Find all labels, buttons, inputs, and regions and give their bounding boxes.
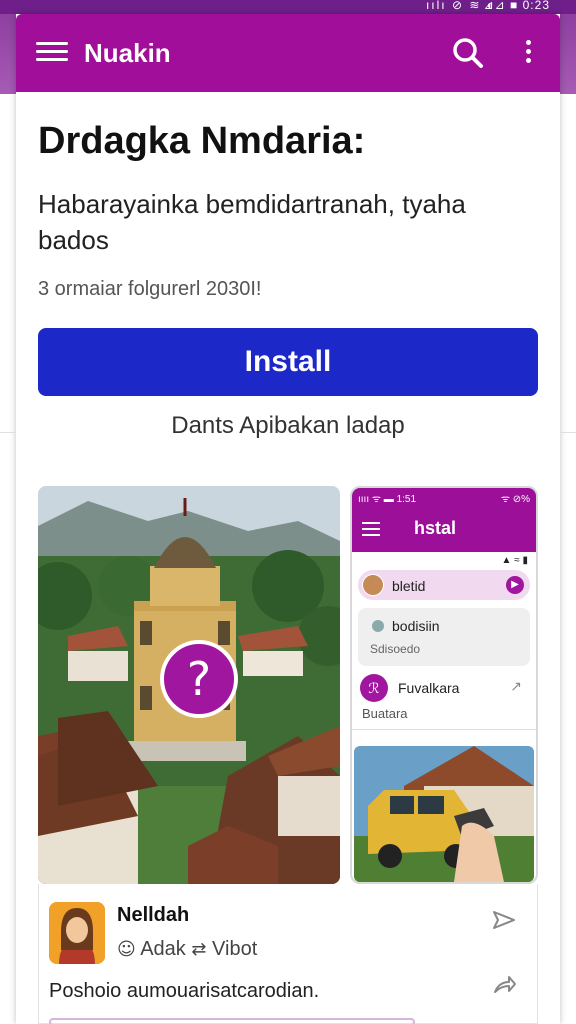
divider: [0, 432, 16, 433]
repost-icon[interactable]: ⇄: [191, 939, 206, 960]
comment-icon[interactable]: ☺: [117, 939, 136, 960]
car-photo[interactable]: [354, 746, 534, 882]
phone-list-item[interactable]: ℛ Fuvalkara ↗: [358, 672, 530, 704]
share-icon[interactable]: [491, 972, 517, 998]
page-title: Drdagka Nmdaria:: [38, 120, 366, 162]
post-author: Nelldah: [117, 904, 190, 926]
comment-action[interactable]: Adak: [140, 938, 186, 960]
page-subtitle: Habarayainka bemdidartranah, tyaha bados: [38, 189, 466, 255]
send-icon[interactable]: [491, 908, 517, 934]
card-dot-icon: [372, 620, 384, 632]
phone-status-bar: ıııı ᯤ ▬ 1:51 ᯤ ⊘%: [352, 488, 536, 506]
install-caption: Dants Apibakan ladap: [171, 412, 405, 439]
post-actions: ☺ Adak ⇄ Vibot: [117, 938, 257, 961]
meta-info: 3 ormaiar folgurerl 2030I!: [38, 278, 262, 300]
play-icon[interactable]: ▶: [506, 576, 524, 594]
post-card: Nelldah ☺ Adak ⇄ Vibot Poshoio aumouaris…: [38, 884, 538, 1024]
post-description: Poshoio aumouarisatcarodian.: [49, 980, 320, 1002]
phone-app-bar: hstal: [352, 506, 536, 552]
phone-signal: ▲ ≈ ▮: [501, 555, 528, 566]
avatar[interactable]: [49, 902, 105, 964]
more-vertical-icon[interactable]: [522, 40, 534, 68]
card-subtitle: Sdisoedo: [370, 642, 421, 656]
app-title: Nuakin: [84, 38, 171, 68]
list-item-subtitle: Buatara: [362, 706, 408, 721]
install-button[interactable]: Install: [38, 328, 538, 396]
phone-profile-chip[interactable]: bletid ▶: [358, 570, 530, 600]
help-badge[interactable]: ?: [160, 640, 238, 718]
search-icon[interactable]: [452, 36, 484, 70]
card-title: bodisiin: [392, 618, 440, 634]
phone-menu-icon[interactable]: [362, 522, 380, 540]
share-icon[interactable]: ↗: [510, 678, 522, 695]
phone-status-right: ᯤ ⊘%: [500, 494, 530, 505]
chip-label: bletid: [392, 578, 426, 594]
divider: [560, 432, 576, 433]
status-time: ⊿⊿ ■ 0:23: [483, 0, 550, 12]
next-item-preview: [49, 1018, 415, 1024]
tool-icon: ℛ: [360, 674, 388, 702]
hamburger-menu-icon[interactable]: [36, 42, 68, 64]
divider: [352, 729, 536, 730]
list-item-title: Fuvalkara: [398, 680, 460, 696]
app-bar: Nuakin: [16, 14, 560, 92]
phone-card[interactable]: bodisiin Sdisoedo: [358, 608, 530, 666]
landmark-photo[interactable]: ?: [38, 486, 340, 884]
phone-status-left: ıııı ᯤ ▬ 1:51: [358, 494, 417, 505]
repost-action[interactable]: Vibot: [212, 938, 257, 960]
phone-app-title: hstal: [414, 518, 457, 538]
avatar: [362, 574, 384, 596]
status-bar: ıılı ⊘ ≋ ◐ ⊿⊿ ■ 0:23: [0, 0, 576, 14]
